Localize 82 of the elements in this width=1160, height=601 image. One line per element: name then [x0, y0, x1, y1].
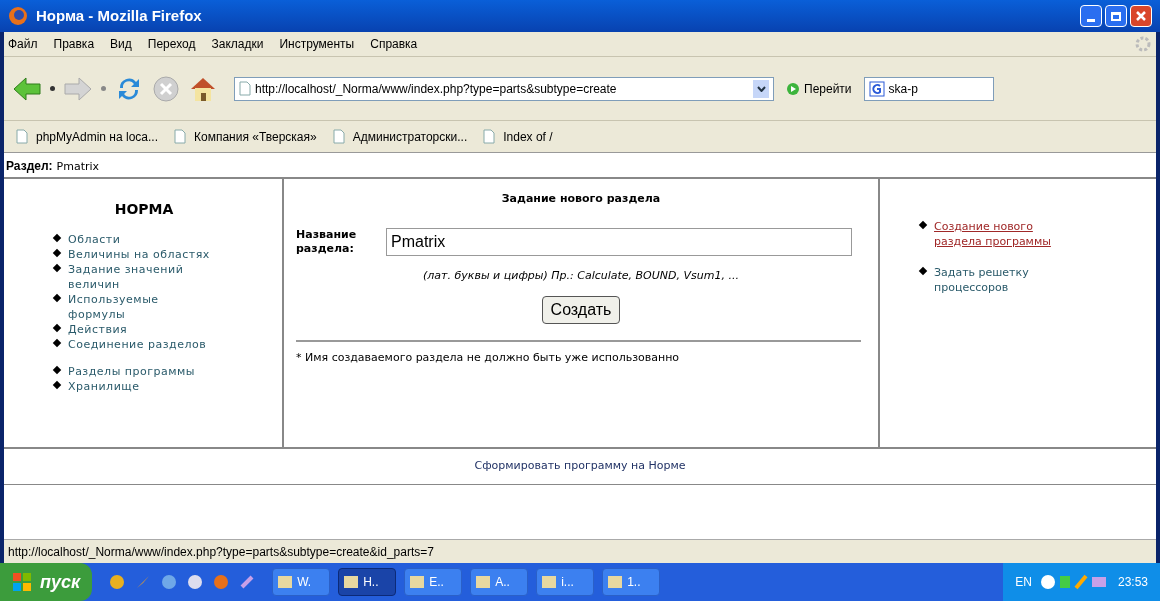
bullet-icon — [918, 220, 928, 230]
throbber-icon — [1134, 35, 1152, 53]
bullet-icon — [918, 266, 928, 276]
close-icon — [1135, 10, 1147, 22]
quick-launch-icon[interactable] — [108, 573, 127, 591]
field-label: Название раздела: — [296, 227, 358, 256]
section-name-field[interactable]: Pmatrix — [386, 227, 852, 256]
bullet-icon — [52, 293, 62, 303]
side-link[interactable]: Задать решетку процессоров — [934, 265, 1084, 295]
nav-title: НОРМА — [113, 200, 175, 219]
window-icon — [343, 574, 360, 590]
quick-launch-icon[interactable] — [186, 573, 205, 591]
window-icon — [277, 574, 294, 590]
bookmark[interactable]: Index of / — [483, 127, 553, 146]
window-icon — [607, 574, 624, 590]
nav-link[interactable]: Хранилище — [68, 379, 218, 394]
bullet-icon — [52, 365, 62, 375]
address-field[interactable]: http://localhost/_Norma/www/index.php?type=parts&subtype=create — [234, 76, 774, 101]
minimize-button[interactable] — [1080, 5, 1102, 27]
windows-logo-icon — [12, 572, 32, 592]
nav-link[interactable]: Действия — [68, 322, 218, 337]
dropdown-button[interactable] — [753, 79, 769, 98]
nav-link[interactable]: Области — [68, 232, 218, 247]
nav-link[interactable]: Соединение разделов — [68, 337, 218, 352]
maximize-button[interactable] — [1105, 5, 1127, 27]
nav-link[interactable]: Разделы программы — [68, 364, 218, 379]
taskbar-button[interactable]: E.. — [404, 568, 463, 596]
bookmark[interactable]: phpMyAdmin на loca... — [16, 127, 158, 146]
browser-logo-icon — [8, 6, 28, 26]
nav-link[interactable]: Задание значений величин — [68, 262, 218, 292]
bullet-icon — [52, 323, 62, 333]
menu-item[interactable]: Закладки — [211, 35, 264, 53]
bullet-icon — [52, 380, 62, 390]
taskbar-button[interactable]: 1.. — [602, 568, 661, 596]
side-link[interactable]: Создание нового раздела программы — [934, 219, 1084, 249]
menu-item[interactable]: Правка — [53, 35, 95, 53]
section-label: Раздел: — [6, 158, 53, 175]
bullet-icon — [52, 263, 62, 273]
window-icon — [541, 574, 558, 590]
search-field[interactable]: ska-p — [863, 76, 994, 101]
taskbar-button[interactable]: W. — [272, 568, 331, 596]
note-text: * Имя создаваемого раздела не должно быть уже использованно — [296, 350, 681, 366]
close-button[interactable] — [1130, 5, 1152, 27]
window-icon — [409, 574, 426, 590]
menu-item[interactable]: Вид — [110, 35, 132, 53]
clock: 23:53 — [1117, 574, 1148, 591]
bullet-icon — [52, 233, 62, 243]
caret-icon — [756, 85, 766, 92]
footer-link[interactable]: Сформировать программу на Норме — [474, 458, 686, 475]
page-icon — [174, 129, 186, 144]
page-icon — [483, 129, 496, 144]
menu-item[interactable]: Справка — [370, 35, 418, 53]
bullet-icon — [52, 248, 62, 258]
bullet-icon — [52, 338, 62, 348]
nav-link[interactable]: Величины на областях — [68, 247, 218, 262]
page-icon — [16, 129, 28, 144]
search-engine-icon — [868, 80, 885, 97]
nav-link[interactable]: Используемые формулы — [68, 292, 218, 322]
page-icon — [239, 81, 251, 96]
page-icon — [332, 129, 345, 144]
taskbar-button[interactable]: H.. — [338, 568, 397, 596]
section-name: Pmatrix — [56, 158, 100, 175]
bookmark[interactable]: Компания «Тверская» — [174, 127, 317, 146]
form-heading: Задание нового раздела — [500, 191, 662, 207]
window-title: Норма - Mozilla Firefox — [36, 5, 203, 26]
bookmark[interactable]: Администраторски... — [332, 127, 468, 146]
hint-text: (лат. буквы и цифры) Пр.: Calculate, BOUND, Vsum1, ... — [422, 267, 740, 284]
menu-item[interactable]: Переход — [147, 35, 196, 53]
create-button[interactable]: Создать — [541, 296, 621, 324]
go-button[interactable]: Перейти — [782, 79, 856, 98]
quick-launch-icon[interactable] — [160, 573, 179, 591]
menu-item[interactable]: Файл — [8, 35, 38, 53]
back-arrow-icon[interactable] — [12, 75, 42, 102]
forward-arrow-icon[interactable] — [63, 75, 93, 102]
status-text: http://localhost/_Norma/www/index.php?type=parts&subtype=create&id_parts=7 — [8, 543, 434, 561]
quick-launch-icon[interactable] — [212, 573, 231, 591]
stop-icon[interactable] — [152, 74, 180, 103]
play-icon — [786, 81, 800, 96]
window-icon — [475, 574, 492, 590]
menu-item[interactable]: Инструменты — [279, 35, 355, 53]
taskbar-button[interactable]: i... — [536, 568, 595, 596]
taskbar-button[interactable]: A.. — [470, 568, 529, 596]
